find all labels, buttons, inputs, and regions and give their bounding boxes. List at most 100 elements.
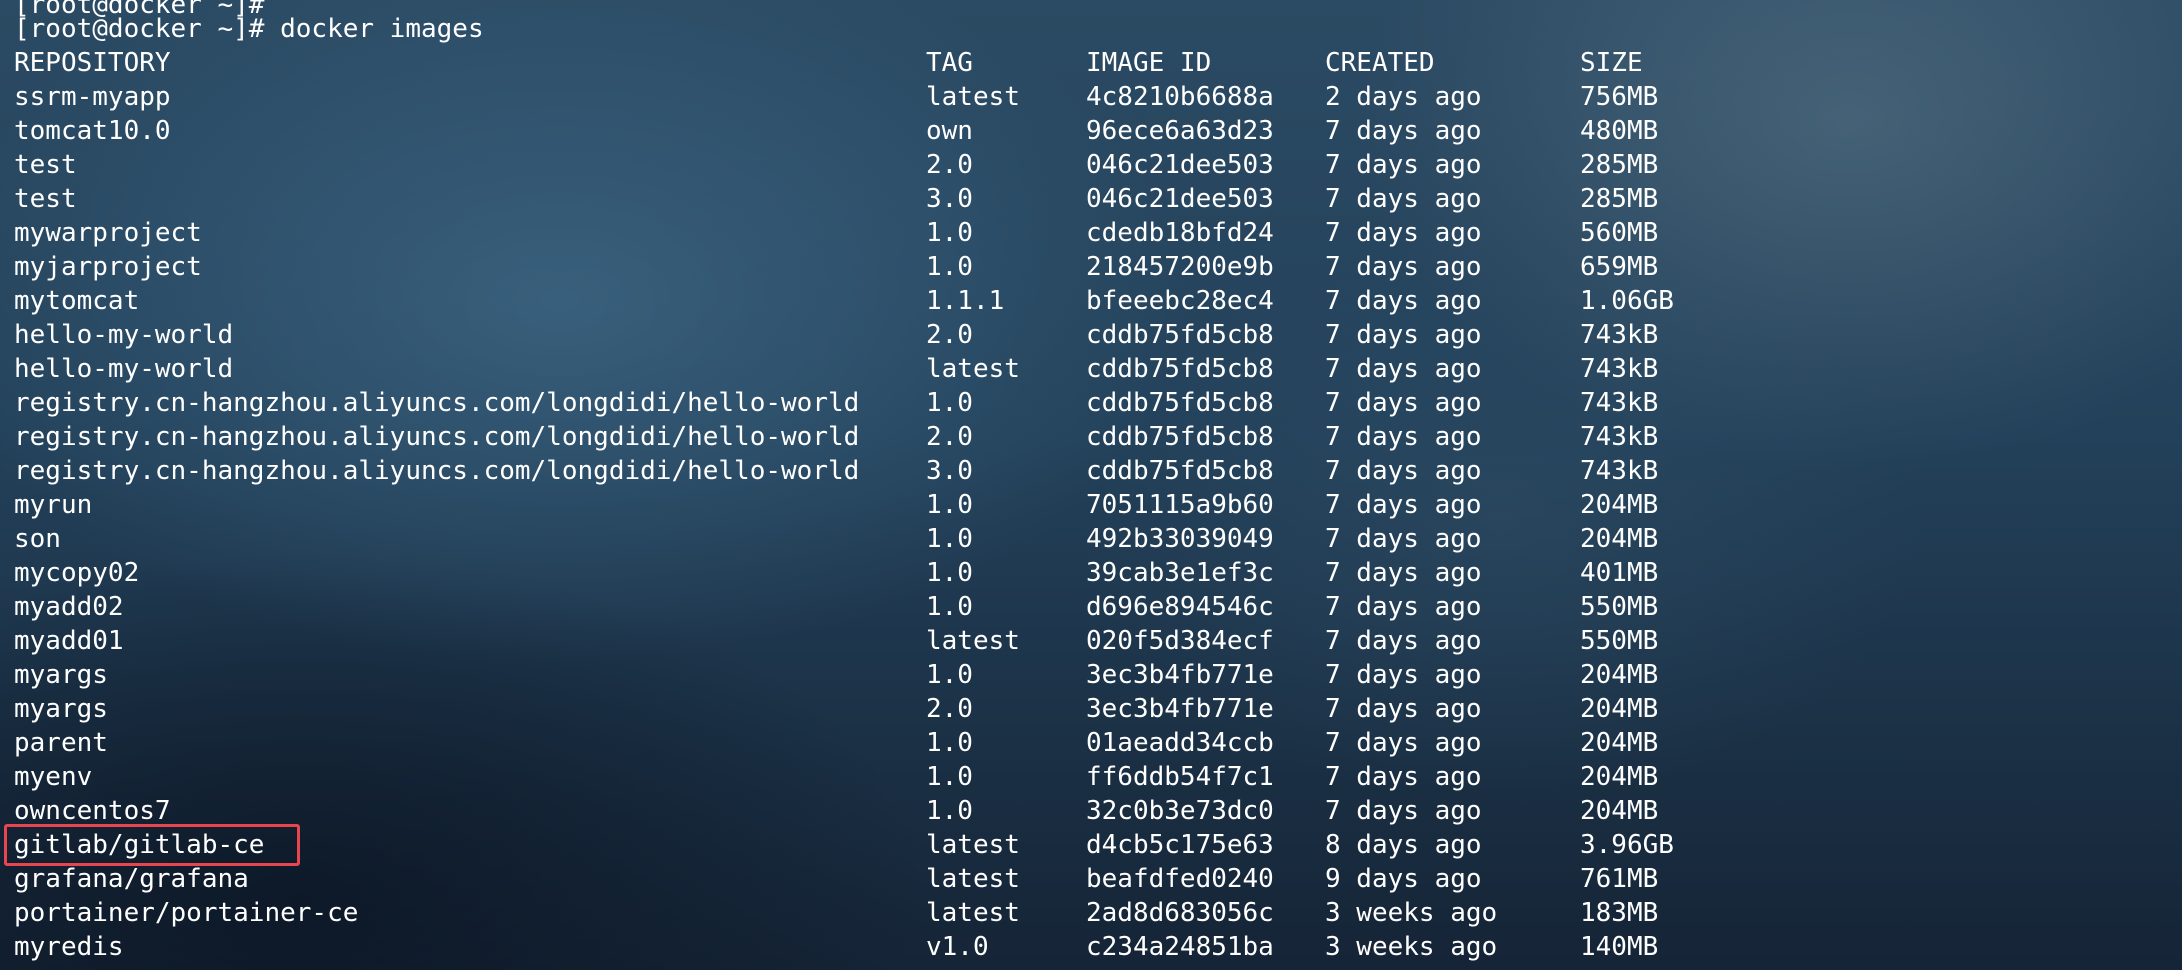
- cell-size: 285MB: [1580, 184, 1659, 214]
- cell-repository: myenv: [14, 762, 93, 792]
- cell-size: 204MB: [1580, 694, 1659, 724]
- cell-repository: myredis: [14, 932, 124, 962]
- cell-repository: son: [14, 524, 61, 554]
- cell-size: 743kB: [1580, 388, 1659, 418]
- cell-image-id: cddb75fd5cb8: [1086, 422, 1274, 452]
- cell-size: 3.96GB: [1580, 830, 1674, 860]
- header-repository: REPOSITORY: [14, 48, 171, 78]
- cell-created: 7 days ago: [1325, 150, 1482, 180]
- cell-image-id: cddb75fd5cb8: [1086, 354, 1274, 384]
- cell-tag: 3.0: [926, 184, 973, 214]
- cell-repository: myadd01: [14, 626, 124, 656]
- cell-size: 756MB: [1580, 82, 1659, 112]
- cell-tag: latest: [926, 354, 1020, 384]
- cell-created: 7 days ago: [1325, 422, 1482, 452]
- shell-prompt: [root@docker ~]# docker images: [14, 12, 484, 46]
- cell-created: 7 days ago: [1325, 660, 1482, 690]
- cell-size: 743kB: [1580, 320, 1659, 350]
- cell-repository: mywarproject: [14, 218, 202, 248]
- cell-repository: hello-my-world: [14, 354, 234, 384]
- cell-image-id: cddb75fd5cb8: [1086, 388, 1274, 418]
- cell-repository: grafana/grafana: [14, 864, 249, 894]
- cell-size: 204MB: [1580, 728, 1659, 758]
- cell-tag: 2.0: [926, 320, 973, 350]
- cell-image-id: 218457200e9b: [1086, 252, 1274, 282]
- cell-size: 183MB: [1580, 898, 1659, 928]
- cell-image-id: cddb75fd5cb8: [1086, 320, 1274, 350]
- cell-size: 204MB: [1580, 660, 1659, 690]
- cell-created: 7 days ago: [1325, 626, 1482, 656]
- cell-created: 7 days ago: [1325, 388, 1482, 418]
- cell-created: 7 days ago: [1325, 116, 1482, 146]
- cell-tag: 1.0: [926, 558, 973, 588]
- cell-tag: 1.0: [926, 252, 973, 282]
- cell-repository: mycopy02: [14, 558, 140, 588]
- cell-size: 204MB: [1580, 490, 1659, 520]
- cell-created: 7 days ago: [1325, 524, 1482, 554]
- header-tag: TAG: [926, 48, 973, 78]
- cell-tag: 1.1.1: [926, 286, 1005, 316]
- cell-size: 1.06GB: [1580, 286, 1674, 316]
- cell-created: 7 days ago: [1325, 218, 1482, 248]
- cell-tag: 1.0: [926, 524, 973, 554]
- cell-image-id: 3ec3b4fb771e: [1086, 660, 1274, 690]
- cell-image-id: cddb75fd5cb8: [1086, 456, 1274, 486]
- cell-size: 140MB: [1580, 932, 1659, 962]
- cell-size: 743kB: [1580, 456, 1659, 486]
- cell-image-id: 020f5d384ecf: [1086, 626, 1274, 656]
- cell-tag: 3.0: [926, 456, 973, 486]
- cell-size: 659MB: [1580, 252, 1659, 282]
- cell-size: 560MB: [1580, 218, 1659, 248]
- cell-created: 7 days ago: [1325, 694, 1482, 724]
- cell-size: 204MB: [1580, 762, 1659, 792]
- cell-created: 7 days ago: [1325, 354, 1482, 384]
- cell-image-id: 32c0b3e73dc0: [1086, 796, 1274, 826]
- cell-tag: 1.0: [926, 796, 973, 826]
- cell-image-id: c234a24851ba: [1086, 932, 1274, 962]
- cell-created: 9 days ago: [1325, 864, 1482, 894]
- cell-size: 204MB: [1580, 524, 1659, 554]
- cell-size: 550MB: [1580, 626, 1659, 656]
- cell-size: 285MB: [1580, 150, 1659, 180]
- cell-size: 204MB: [1580, 796, 1659, 826]
- cell-tag: 1.0: [926, 762, 973, 792]
- cell-image-id: 7051115a9b60: [1086, 490, 1274, 520]
- cell-repository: hello-my-world: [14, 320, 234, 350]
- cell-tag: latest: [926, 830, 1020, 860]
- cell-tag: 2.0: [926, 150, 973, 180]
- cell-image-id: 2ad8d683056c: [1086, 898, 1274, 928]
- cell-size: 401MB: [1580, 558, 1659, 588]
- cell-tag: own: [926, 116, 973, 146]
- cell-repository: registry.cn-hangzhou.aliyuncs.com/longdi…: [14, 388, 860, 418]
- cell-image-id: 4c8210b6688a: [1086, 82, 1274, 112]
- cell-created: 7 days ago: [1325, 456, 1482, 486]
- cell-repository: myargs: [14, 694, 108, 724]
- cell-image-id: d4cb5c175e63: [1086, 830, 1274, 860]
- cell-tag: 1.0: [926, 728, 973, 758]
- cell-tag: 2.0: [926, 422, 973, 452]
- cell-created: 7 days ago: [1325, 320, 1482, 350]
- cell-image-id: 046c21dee503: [1086, 184, 1274, 214]
- cell-created: 7 days ago: [1325, 728, 1482, 758]
- header-created: CREATED: [1325, 48, 1435, 78]
- cell-size: 550MB: [1580, 592, 1659, 622]
- cell-image-id: 492b33039049: [1086, 524, 1274, 554]
- cell-repository: test: [14, 150, 77, 180]
- cell-created: 7 days ago: [1325, 796, 1482, 826]
- cell-created: 3 weeks ago: [1325, 898, 1498, 928]
- cell-image-id: 046c21dee503: [1086, 150, 1274, 180]
- cell-created: 7 days ago: [1325, 490, 1482, 520]
- cell-created: 7 days ago: [1325, 184, 1482, 214]
- cell-tag: latest: [926, 82, 1020, 112]
- cell-tag: v1.0: [926, 932, 989, 962]
- cell-tag: 1.0: [926, 388, 973, 418]
- prompt-text: [root@docker ~]#: [14, 14, 265, 44]
- cell-created: 7 days ago: [1325, 558, 1482, 588]
- cell-created: 3 weeks ago: [1325, 932, 1498, 962]
- cell-created: 7 days ago: [1325, 286, 1482, 316]
- cell-tag: 1.0: [926, 490, 973, 520]
- highlight-annotation-box: [4, 824, 300, 866]
- cell-repository: parent: [14, 728, 108, 758]
- terminal-window[interactable]: [root@docker ~]# [root@docker ~]# docker…: [0, 0, 2182, 970]
- cell-repository: portainer/portainer-ce: [14, 898, 359, 928]
